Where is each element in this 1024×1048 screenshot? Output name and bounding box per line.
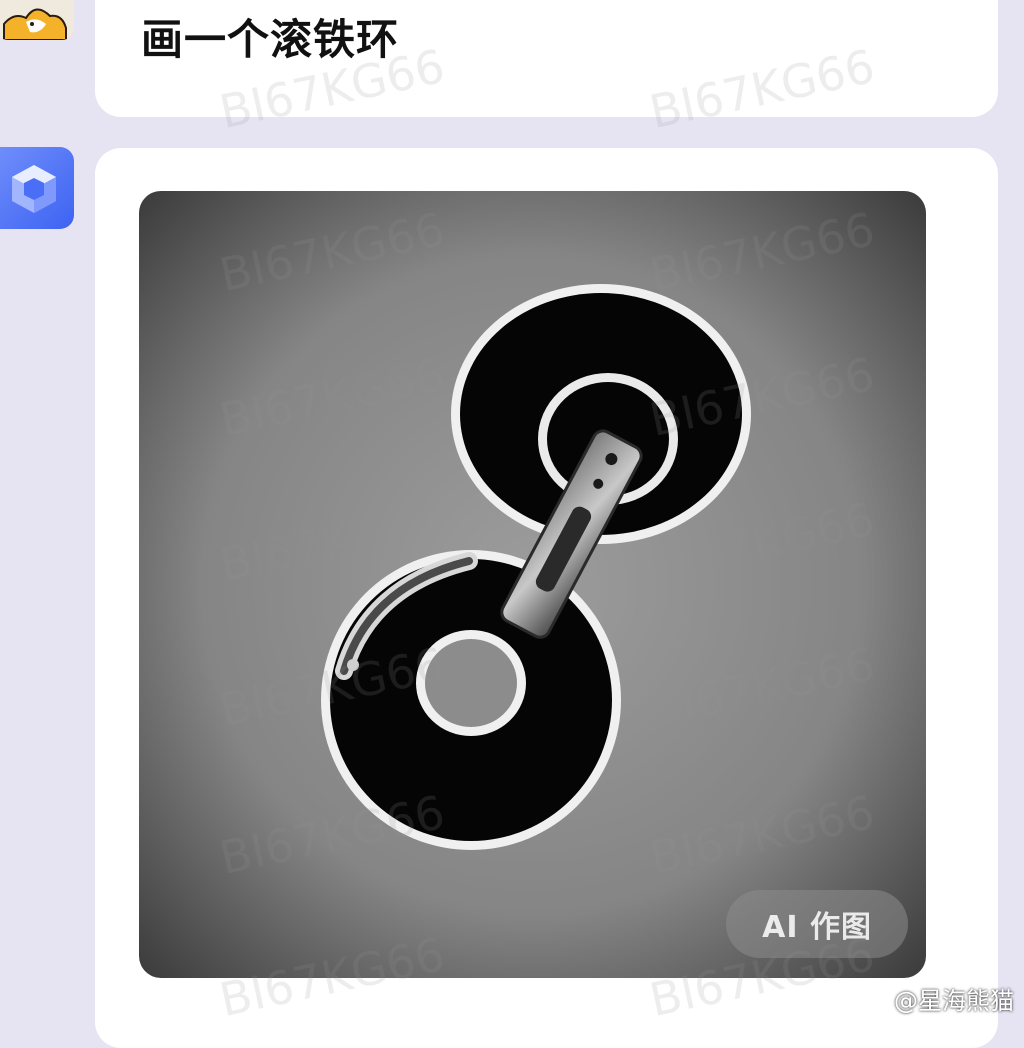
- fox-avatar-icon: [3, 8, 67, 40]
- generated-image[interactable]: AI 作图: [139, 191, 926, 978]
- ai-generated-badge: AI 作图: [726, 890, 908, 958]
- assistant-avatar[interactable]: [0, 147, 74, 229]
- rolling-iron-hoop-illustration: [139, 191, 926, 978]
- user-prompt-text: 画一个滚铁环: [141, 15, 400, 64]
- assistant-response-card: AI 作图: [95, 148, 998, 1048]
- assistant-logo-icon: [12, 165, 56, 213]
- credit-text: @星海熊猫: [894, 987, 1014, 1015]
- user-avatar[interactable]: [0, 0, 74, 40]
- user-message-card: 画一个滚铁环: [95, 0, 998, 117]
- author-credit: @星海熊猫: [860, 981, 1014, 1016]
- weibo-icon: [861, 992, 888, 1013]
